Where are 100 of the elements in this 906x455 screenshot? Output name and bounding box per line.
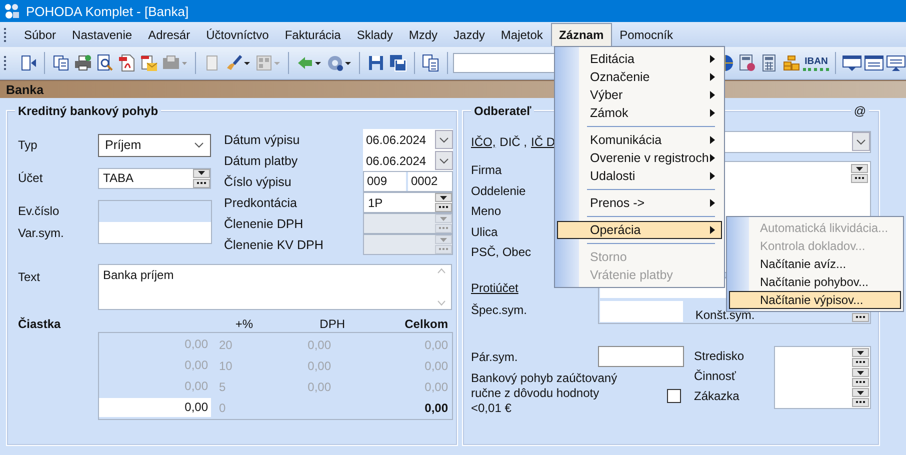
rate-cell-text: 20 — [218, 338, 234, 352]
more-button[interactable] — [852, 378, 869, 387]
menu-item[interactable]: Účtovníctvo — [198, 23, 277, 46]
column-header: DPH — [318, 317, 345, 331]
cost-field[interactable] — [774, 346, 871, 409]
more-button[interactable] — [852, 358, 869, 367]
field-label: Meno — [471, 204, 502, 220]
more-button[interactable] — [852, 313, 869, 322]
checkbox[interactable] — [667, 388, 681, 402]
menu-item[interactable]: Výber — [557, 86, 722, 104]
rate-cell-text: 10 — [218, 358, 234, 372]
chevron-icon — [194, 142, 204, 148]
menu-item[interactable]: Jazdy — [446, 23, 493, 46]
menu-item[interactable]: Majetok — [492, 23, 551, 46]
field-label: Číslo výpisu — [224, 174, 292, 188]
more-button[interactable] — [435, 203, 452, 212]
var-symbol-field[interactable] — [99, 222, 211, 243]
caret-icon — [198, 171, 205, 175]
date-field[interactable]: 06.06.2024 — [363, 129, 453, 150]
menu-item[interactable]: Editácia — [557, 50, 722, 68]
dropdown-button[interactable] — [852, 368, 869, 377]
menu-item[interactable]: Označenie — [557, 68, 722, 86]
submenu-arrow-icon — [710, 73, 715, 81]
dropdown-button[interactable] — [851, 164, 868, 173]
caret-icon — [857, 370, 864, 374]
menu-item[interactable]: Načítanie výpisov... — [729, 291, 901, 309]
dropdown-button[interactable] — [852, 348, 869, 357]
field-label: Členenie DPH — [224, 216, 304, 230]
field-label: Činnosť — [694, 368, 737, 385]
panel-title: Odberateľ — [471, 104, 534, 118]
more-button[interactable] — [193, 178, 210, 188]
account-field[interactable]: TABA — [98, 168, 211, 188]
total-cell-text: 0,00 — [424, 380, 449, 394]
ellipsis-icon — [439, 248, 448, 251]
vat-cell: 0,00 — [308, 380, 331, 394]
caret-icon — [440, 196, 447, 200]
copy-document-icon[interactable] — [420, 52, 441, 74]
menu-item[interactable]: Súbor — [16, 23, 64, 46]
field-label: Účet — [18, 171, 44, 185]
field-label: Predkontácia — [224, 196, 298, 210]
column-header: +% — [234, 317, 253, 331]
save-all-icon[interactable] — [388, 52, 408, 74]
calendar-button[interactable] — [435, 130, 453, 149]
ellipsis-icon — [439, 206, 448, 209]
menu-item[interactable]: Sklady — [348, 23, 401, 46]
precontation-field[interactable]: 1P — [363, 192, 453, 213]
menu-item[interactable]: Záznam — [550, 23, 612, 46]
scrollbar[interactable] — [435, 268, 447, 306]
vat-cell: 0,00 — [308, 338, 331, 352]
calendar-button[interactable] — [435, 151, 453, 170]
type-dropdown[interactable]: Príjem — [98, 134, 211, 156]
ellipsis-icon — [856, 316, 866, 319]
menu-item[interactable]: Načítanie avíz... — [729, 255, 901, 273]
text-area[interactable]: Banka príjem — [98, 264, 452, 310]
dropdown-button[interactable] — [435, 193, 452, 202]
email-symbol: @ — [850, 104, 869, 118]
dropdown-button[interactable] — [852, 388, 869, 397]
field-label: Ev.číslo — [18, 203, 60, 220]
link[interactable]: IČO, — [471, 135, 496, 149]
ellipsis-icon — [197, 182, 206, 184]
ellipsis-icon — [856, 401, 865, 404]
app-logo-icon — [4, 3, 20, 19]
submenu-arrow-icon — [710, 136, 715, 144]
iban-button[interactable]: IBAN — [803, 55, 830, 71]
menu-item[interactable]: Načítanie pohybov... — [729, 273, 901, 291]
percent-calculator-icon[interactable] — [737, 52, 758, 74]
more-button[interactable] — [851, 174, 868, 183]
panel-title: Kreditný bankový pohyb — [15, 104, 162, 118]
dropdown-button[interactable] — [193, 168, 210, 178]
field-label: Členenie KV DPH — [224, 238, 324, 252]
field-label: Zákazka — [694, 388, 740, 405]
caret-icon — [857, 390, 864, 394]
menu-item[interactable]: Adresár — [140, 23, 198, 46]
menu-item[interactable]: Komunikácia — [557, 131, 722, 149]
total-cell-text: 0,00 — [424, 338, 449, 352]
submenu-arrow-icon — [710, 199, 715, 207]
menu-item[interactable]: Fakturácia — [276, 23, 349, 46]
field-label: Pár.sym. — [471, 350, 519, 364]
total-cell-text: 0,00 — [424, 400, 449, 414]
chevron-icon — [439, 158, 449, 164]
menu-item[interactable]: Zámok — [557, 104, 722, 122]
menu-item[interactable]: Overenie v registroch — [557, 149, 722, 167]
menu-item[interactable]: Nastavenie — [64, 23, 140, 46]
submenu-arrow-icon — [710, 226, 715, 234]
pdf-icon[interactable] — [116, 52, 137, 74]
spec-symbol-field[interactable] — [600, 301, 684, 322]
submenu-arrow-icon — [710, 91, 715, 99]
checkbox-label: Bankový pohyb zaúčtovaný ručne z dôvodu hodnoty <0,01 € — [471, 371, 618, 416]
field-label: Dátum výpisu — [224, 132, 301, 146]
pair-symbol-field[interactable] — [598, 346, 684, 367]
ellipsis-icon — [856, 361, 865, 364]
more-button[interactable] — [852, 398, 869, 407]
amount-cell[interactable]: 0,00 — [99, 398, 211, 417]
menu-item[interactable]: Prenos -> — [557, 194, 722, 212]
menu-item[interactable]: Mzdy — [400, 23, 446, 46]
menu-item[interactable]: Operácia — [557, 221, 722, 239]
id-label: DIČ , — [500, 135, 528, 149]
menu-item[interactable]: Pomocník — [612, 23, 681, 46]
menu-item[interactable]: Udalosti — [557, 167, 722, 185]
date-field[interactable]: 06.06.2024 — [363, 150, 453, 171]
